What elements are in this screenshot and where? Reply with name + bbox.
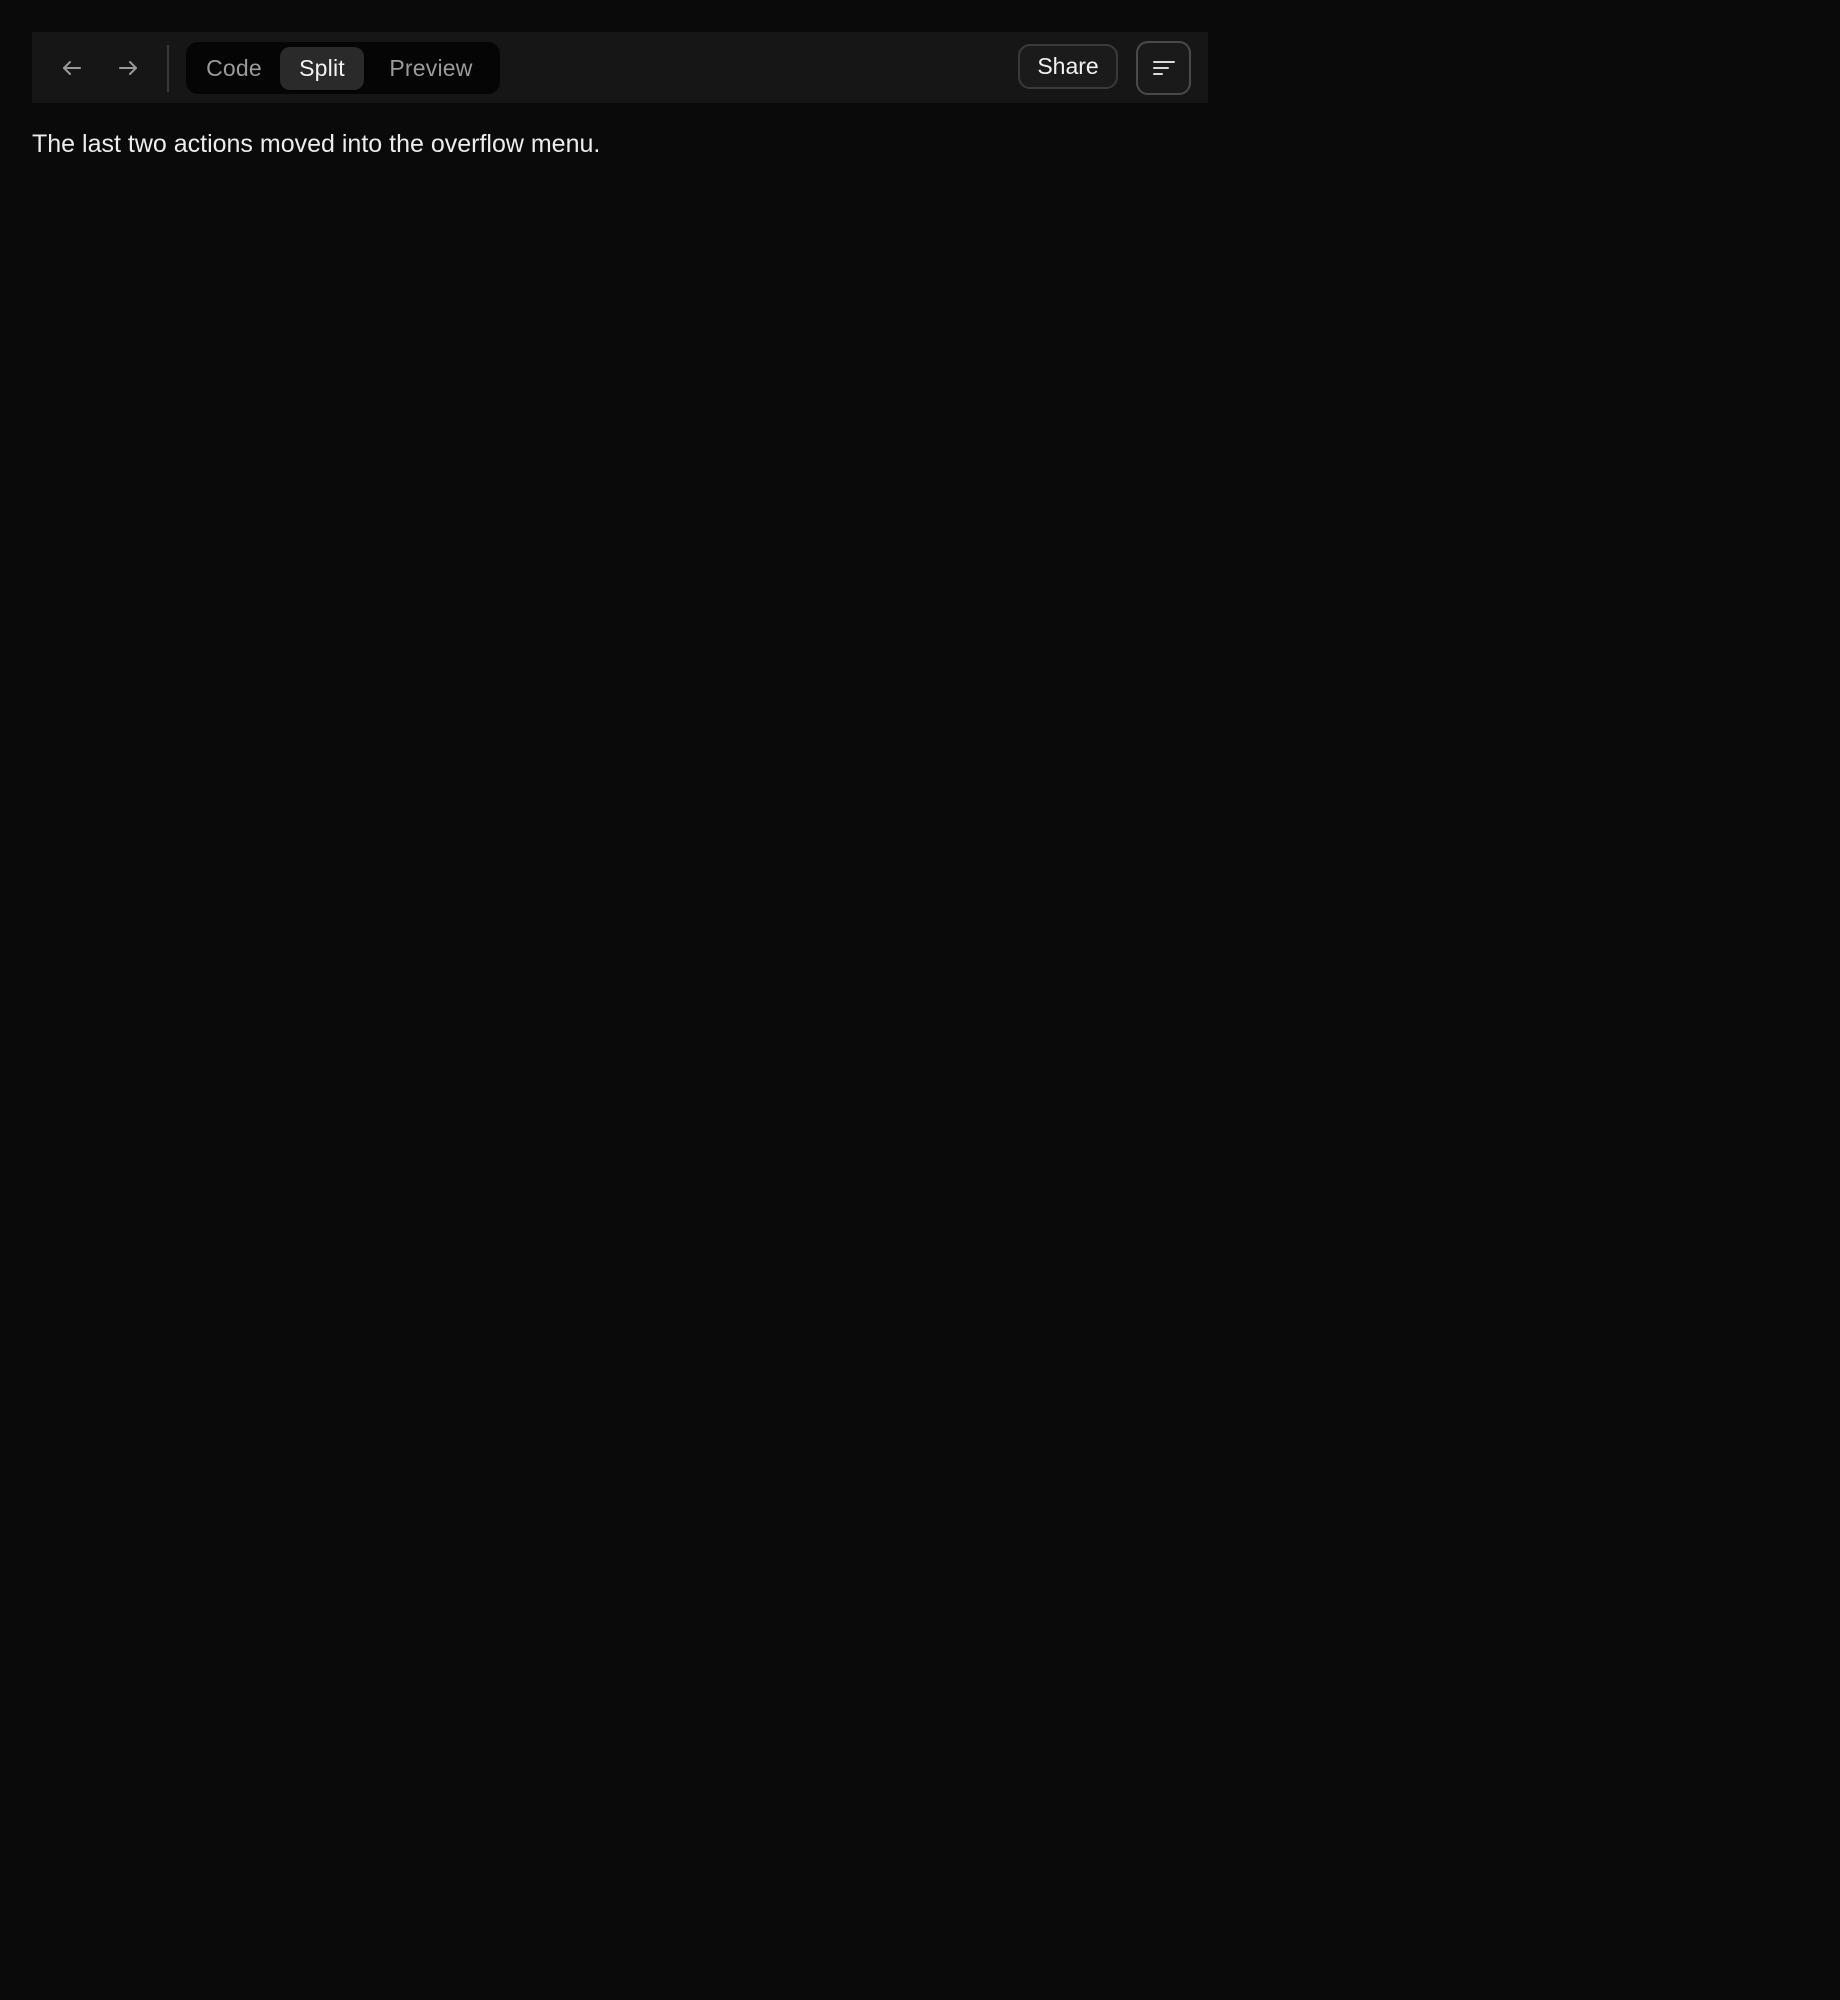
toolbar: Code Split Preview Share [32,32,1208,103]
forward-button[interactable] [106,47,150,89]
toolbar-divider [167,45,169,92]
page: Code Split Preview Share The last two ac… [0,0,1840,2000]
view-mode-preview[interactable]: Preview [368,47,494,90]
arrow-left-icon [63,61,81,75]
sort-lines-icon [1152,61,1175,75]
status-message: The last two actions moved into the over… [32,130,601,158]
back-button[interactable] [50,47,94,89]
view-mode-switcher: Code Split Preview [186,42,500,94]
view-mode-split[interactable]: Split [280,47,364,90]
arrow-right-icon [119,61,137,75]
view-mode-code[interactable]: Code [192,47,276,90]
share-button[interactable]: Share [1018,44,1118,89]
overflow-menu-button[interactable] [1136,41,1191,95]
